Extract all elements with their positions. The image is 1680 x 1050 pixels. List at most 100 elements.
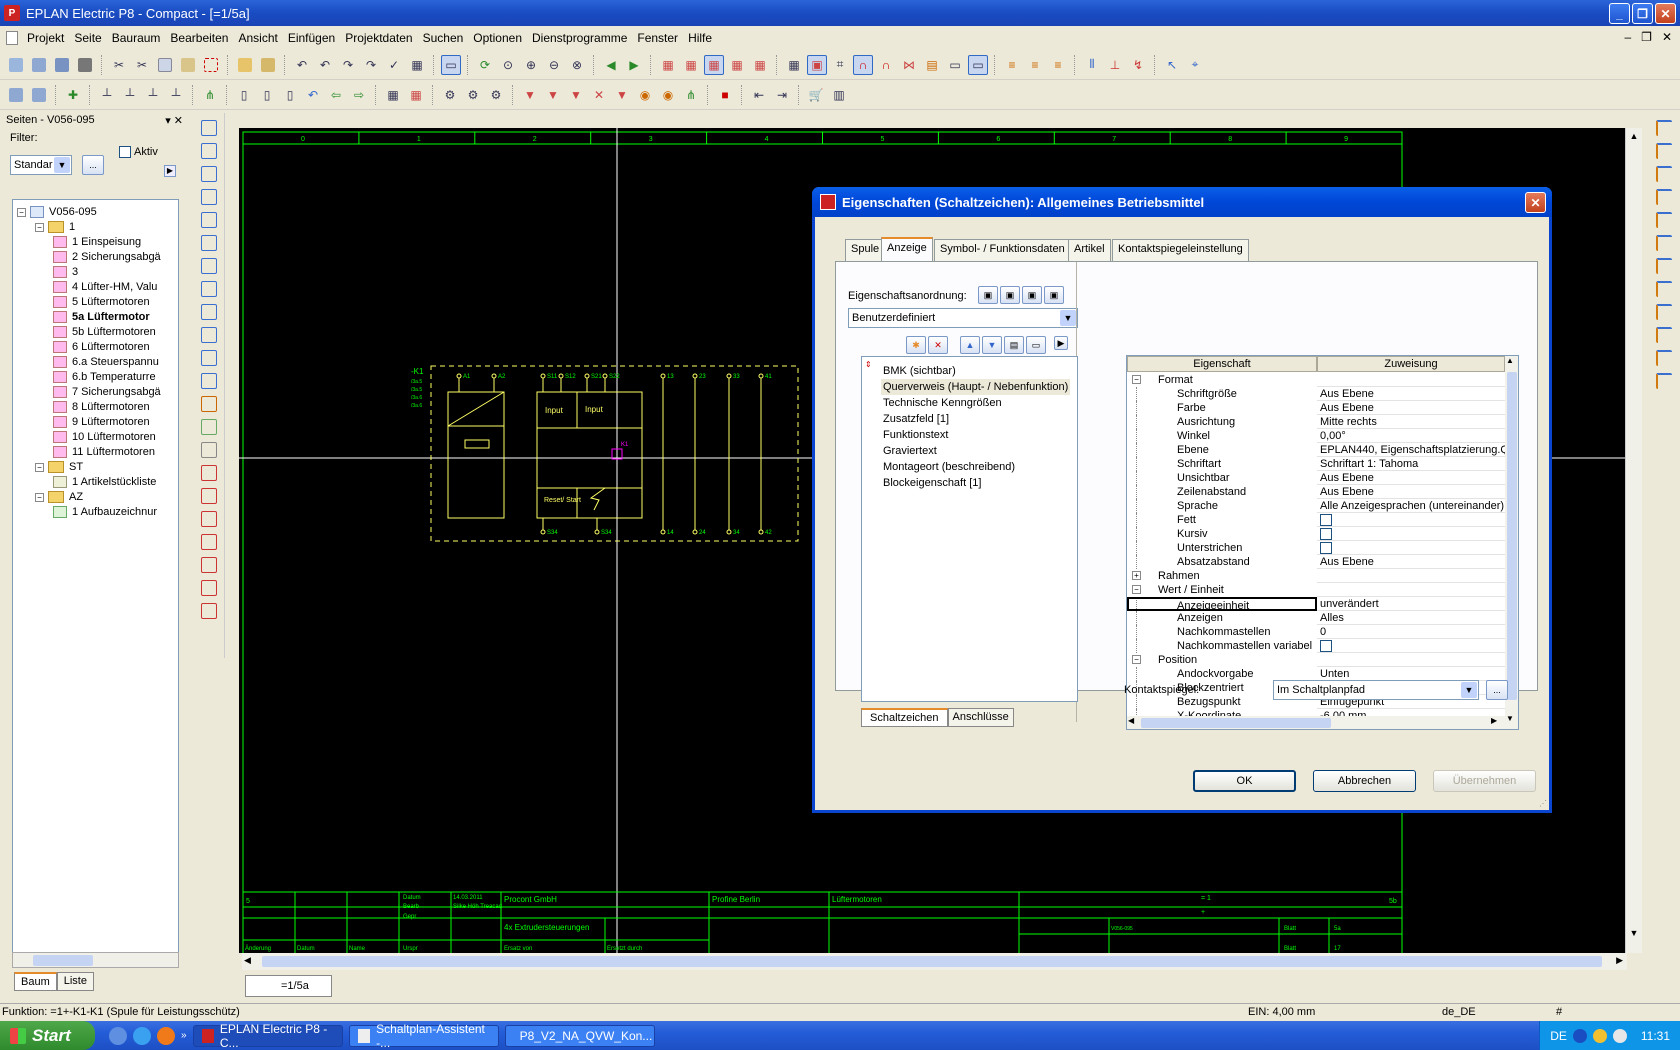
macro-icon[interactable]: ▤ (922, 55, 942, 75)
device-k1[interactable] (430, 365, 799, 542)
import-arrangement-icon[interactable]: ▣ (1022, 286, 1042, 304)
grid-hscrollbar[interactable]: ◀ ▶ (1127, 716, 1505, 729)
grid-scroll-right-icon[interactable]: ▶ (1491, 716, 1497, 725)
cut-icon[interactable]: ✂ (109, 55, 129, 75)
report-icon[interactable]: ▦ (383, 85, 403, 105)
grid-row-value[interactable]: Aus Ebene (1317, 485, 1505, 499)
undo-icon[interactable]: ↶ (315, 55, 335, 75)
filter5-icon[interactable]: ▼ (612, 85, 632, 105)
grid-row-value[interactable] (1317, 527, 1505, 541)
grid-row-value[interactable] (1317, 583, 1505, 597)
wire2-icon[interactable]: ≡ (1025, 55, 1045, 75)
ruler-icon[interactable]: ▭ (968, 54, 988, 75)
filter3-icon[interactable]: ▼ (566, 85, 586, 105)
pen-icon[interactable] (201, 442, 217, 458)
doc3-icon[interactable]: ▯ (280, 85, 300, 105)
grid-row[interactable]: Unsichtbar Aus Ebene (1127, 471, 1518, 485)
collapse-icon[interactable]: − (1132, 655, 1141, 664)
menu-optionen[interactable]: Optionen (468, 31, 527, 45)
arc-icon[interactable] (201, 281, 217, 297)
grid-header-zuweisung[interactable]: Zuweisung (1317, 356, 1505, 372)
tree-item[interactable]: 9 Lüftermotoren (53, 414, 150, 430)
undo-list-icon[interactable]: ↶ (292, 55, 312, 75)
menu-suchen[interactable]: Suchen (418, 31, 469, 45)
grid-e-icon[interactable]: ▦ (750, 55, 770, 75)
connection-symbol-icon[interactable] (1656, 350, 1672, 366)
quicklaunch-more-icon[interactable]: » (181, 1030, 187, 1041)
grid-row-value[interactable]: Alles (1317, 611, 1505, 625)
ie-icon[interactable] (133, 1026, 151, 1045)
tree-item[interactable]: 6.b Temperaturre (53, 369, 156, 385)
grid-b-icon[interactable]: ▦ (681, 55, 701, 75)
parts-icon[interactable]: ▥ (829, 85, 849, 105)
tab-baum[interactable]: Baum (14, 972, 57, 991)
menu-seite[interactable]: Seite (69, 31, 106, 45)
grid-row[interactable]: Nachkommastellen variabel (1127, 639, 1518, 653)
task-p8[interactable]: P8_V2_NA_QVW_Kon... (504, 1024, 655, 1047)
save-arrangement-icon[interactable]: ▣ (978, 286, 998, 304)
tab-symbol-funktionsdaten[interactable]: Symbol- / Funktionsdaten (934, 239, 1071, 261)
line-icon[interactable]: ▭ (945, 55, 965, 75)
grid-row-value[interactable]: Aus Ebene (1317, 401, 1505, 415)
grid-row-value[interactable] (1317, 639, 1505, 653)
tree-item[interactable]: 6.a Steuerspannu (53, 354, 159, 370)
scissors-icon[interactable]: ✂ (132, 55, 152, 75)
doc1-icon[interactable]: ▯ (234, 85, 254, 105)
resize-grip-icon[interactable]: ⋰ (1539, 799, 1547, 808)
property-list-item[interactable]: Montageort (beschreibend) (881, 459, 1017, 475)
tab-artikel[interactable]: Artikel (1068, 239, 1111, 261)
connection-symbol-icon[interactable] (1656, 258, 1672, 274)
connection-symbol-icon[interactable] (1656, 373, 1672, 389)
filter-select[interactable]: Standar ▼ (10, 155, 72, 175)
scroll-right-icon[interactable]: ▶ (1616, 955, 1623, 966)
tree-hscrollbar[interactable] (12, 952, 179, 968)
ellipse-icon[interactable] (201, 327, 217, 343)
magnet2-icon[interactable]: ∩ (876, 55, 896, 75)
hscroll-thumb[interactable] (262, 956, 1602, 967)
grid-scroll-up-icon[interactable]: ▲ (1506, 356, 1514, 365)
cancel-button[interactable]: Abbrechen (1313, 770, 1416, 792)
grid-row-value[interactable]: Aus Ebene (1317, 555, 1505, 569)
circle-arc-icon[interactable] (201, 258, 217, 274)
task-schaltplan[interactable]: Schaltplan-Assistent -... (348, 1022, 499, 1050)
polygon-icon[interactable] (201, 166, 217, 182)
grid-row[interactable]: − Wert / Einheit (1127, 583, 1518, 597)
redo-list-icon[interactable]: ↷ (361, 55, 381, 75)
task-eplan[interactable]: EPLAN Electric P8 - C... (192, 1022, 343, 1050)
tree-item[interactable]: −1 (35, 219, 75, 235)
connection-symbol-icon[interactable] (1656, 212, 1672, 228)
gear3-icon[interactable]: ⚙ (486, 85, 506, 105)
tree-item[interactable]: 4 Lüfter-HM, Valu (53, 279, 157, 295)
new-property-icon[interactable]: ✱ (906, 336, 926, 354)
menu-bearbeiten[interactable]: Bearbeiten (165, 31, 233, 45)
menu-projekt[interactable]: Projekt (22, 31, 69, 45)
tree-item[interactable]: 1 Artikelstückliste (53, 474, 156, 490)
checkbox[interactable] (1320, 514, 1332, 526)
ungroup-icon[interactable]: ▭ (1026, 336, 1046, 354)
page-tab[interactable]: =1/5a (245, 975, 332, 997)
page-open-icon[interactable] (29, 85, 49, 105)
grid-row[interactable]: Absatzabstand Aus Ebene (1127, 555, 1518, 569)
snap-icon[interactable]: ▣ (807, 54, 827, 75)
tab-spule[interactable]: Spule (845, 239, 886, 261)
terminal2-icon[interactable]: ┴ (120, 85, 140, 105)
panel-close-icon[interactable]: ▾ ✕ (165, 114, 183, 128)
start-button[interactable]: Start (0, 1021, 95, 1050)
checkbox[interactable] (1320, 528, 1332, 540)
dialog-close-button[interactable]: ✕ (1525, 192, 1546, 213)
kontaktspiegel-more-button[interactable]: ... (1486, 680, 1508, 700)
grid-vscroll-thumb[interactable] (1507, 372, 1517, 700)
connection-symbol-icon[interactable] (1656, 120, 1672, 136)
grid-row[interactable]: Ebene EPLAN440, Eigenschaftsplatzierung.Q… (1127, 443, 1518, 457)
arrangement-select[interactable]: Benutzerdefiniert ▼ (848, 308, 1078, 328)
apply-button[interactable]: Übernehmen (1433, 770, 1536, 792)
collapse-icon[interactable]: − (35, 492, 44, 502)
canvas-hscrollbar[interactable]: ◀ ▶ (242, 953, 1627, 970)
filter4-icon[interactable]: ✕ (589, 85, 609, 105)
scroll-left-icon[interactable]: ◀ (244, 955, 251, 966)
dialog-titlebar[interactable]: Eigenschaften (Schaltzeichen): Allgemein… (812, 187, 1552, 217)
connection-symbol-icon[interactable] (1656, 281, 1672, 297)
grid-scroll-down-icon[interactable]: ▼ (1506, 714, 1514, 723)
tree-item[interactable]: 6 Lüftermotoren (53, 339, 150, 355)
expand-panel-icon[interactable]: ▶ (1054, 336, 1068, 350)
